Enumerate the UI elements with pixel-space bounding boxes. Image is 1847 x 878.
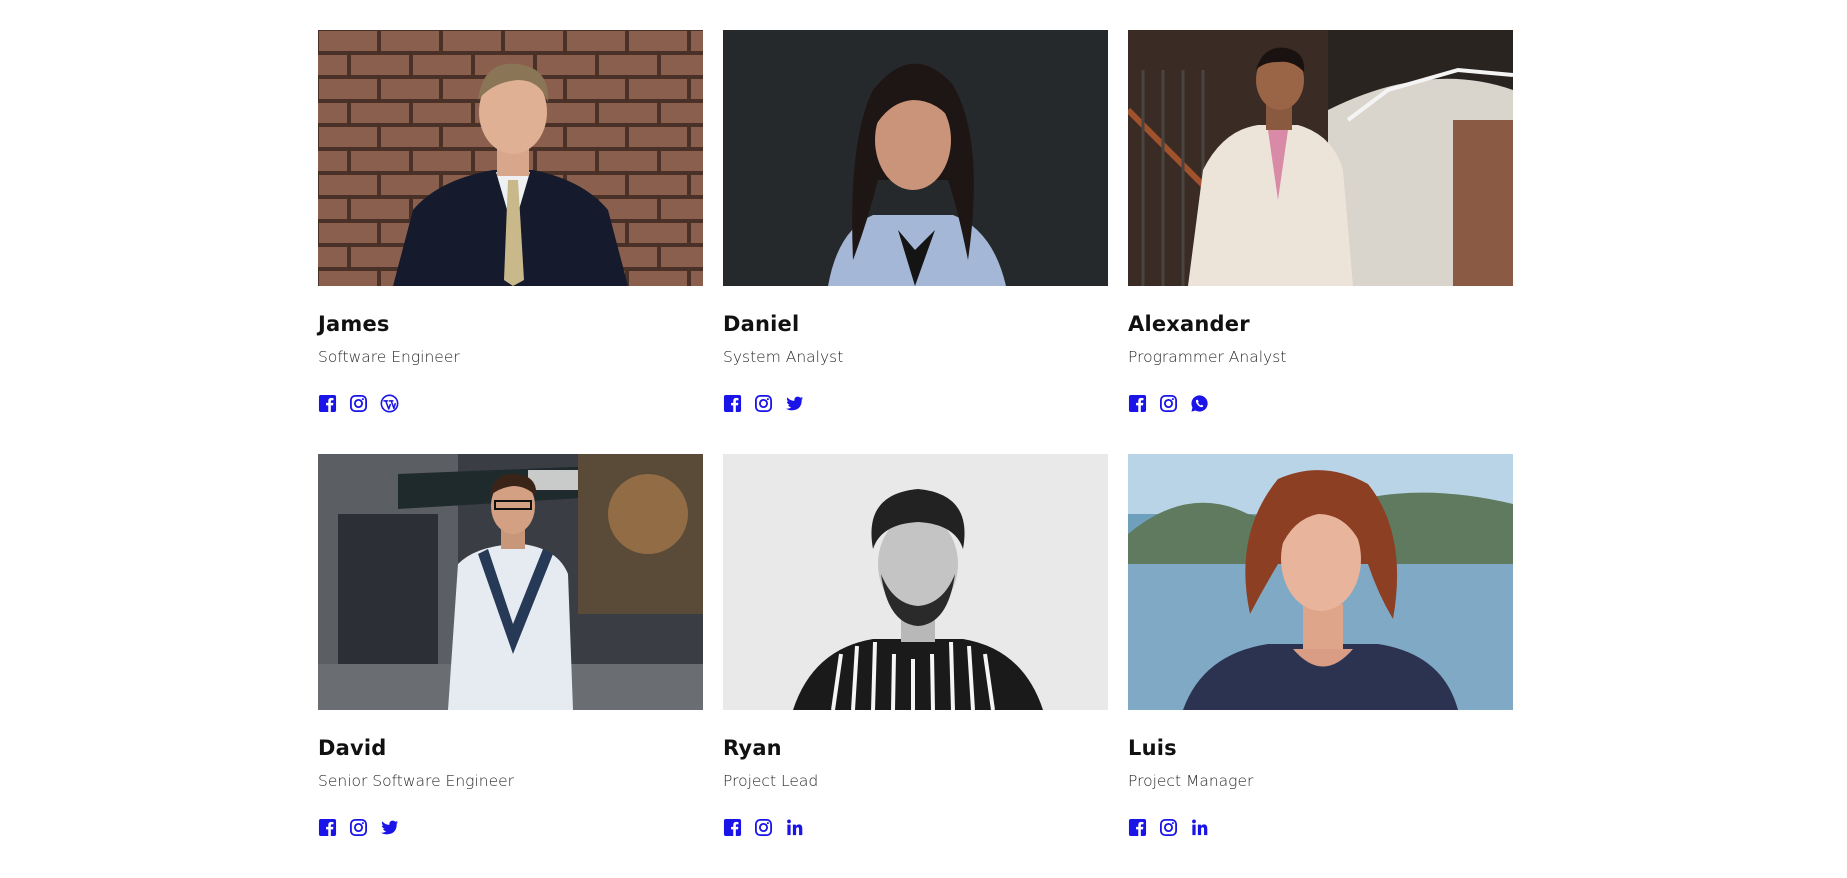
- team-card: Luis Project Manager: [1128, 454, 1513, 878]
- member-role: Project Lead: [723, 772, 819, 790]
- team-card: Ryan Project Lead: [723, 454, 1108, 878]
- facebook-icon[interactable]: [318, 394, 337, 413]
- social-links: [318, 393, 703, 413]
- facebook-icon[interactable]: [723, 818, 742, 837]
- instagram-icon[interactable]: [1159, 394, 1178, 413]
- team-member-photo: [318, 454, 703, 710]
- team-member-photo: [318, 30, 703, 286]
- member-role: Software Engineer: [318, 348, 460, 366]
- member-name: Ryan: [723, 736, 782, 760]
- member-role: Senior Software Engineer: [318, 772, 515, 790]
- member-role: Programmer Analyst: [1128, 348, 1287, 366]
- member-name: James: [318, 312, 390, 336]
- facebook-icon[interactable]: [318, 818, 337, 837]
- social-links: [318, 817, 703, 837]
- social-links: [1128, 817, 1513, 837]
- team-card: David Senior Software Engineer: [318, 454, 703, 878]
- member-name: Daniel: [723, 312, 800, 336]
- social-links: [723, 393, 1108, 413]
- instagram-icon[interactable]: [349, 394, 368, 413]
- social-links: [723, 817, 1108, 837]
- facebook-icon[interactable]: [723, 394, 742, 413]
- team-card: Alexander Programmer Analyst: [1128, 30, 1513, 454]
- linkedin-icon[interactable]: [785, 818, 804, 837]
- team-member-photo: [1128, 454, 1513, 710]
- member-name: Alexander: [1128, 312, 1250, 336]
- linkedin-icon[interactable]: [1190, 818, 1209, 837]
- whatsapp-icon[interactable]: [1190, 394, 1209, 413]
- wordpress-icon[interactable]: [380, 394, 399, 413]
- facebook-icon[interactable]: [1128, 394, 1147, 413]
- member-name: Luis: [1128, 736, 1177, 760]
- member-name: David: [318, 736, 387, 760]
- instagram-icon[interactable]: [754, 394, 773, 413]
- member-role: System Analyst: [723, 348, 844, 366]
- instagram-icon[interactable]: [754, 818, 773, 837]
- twitter-icon[interactable]: [380, 818, 399, 837]
- team-card: Daniel System Analyst: [723, 30, 1108, 454]
- team-card: James Software Engineer: [318, 30, 703, 454]
- team-grid: James Software Engineer Daniel System An…: [318, 30, 1513, 878]
- twitter-icon[interactable]: [785, 394, 804, 413]
- member-role: Project Manager: [1128, 772, 1254, 790]
- instagram-icon[interactable]: [1159, 818, 1178, 837]
- facebook-icon[interactable]: [1128, 818, 1147, 837]
- team-member-photo: [723, 454, 1108, 710]
- team-member-photo: [723, 30, 1108, 286]
- instagram-icon[interactable]: [349, 818, 368, 837]
- team-member-photo: [1128, 30, 1513, 286]
- social-links: [1128, 393, 1513, 413]
